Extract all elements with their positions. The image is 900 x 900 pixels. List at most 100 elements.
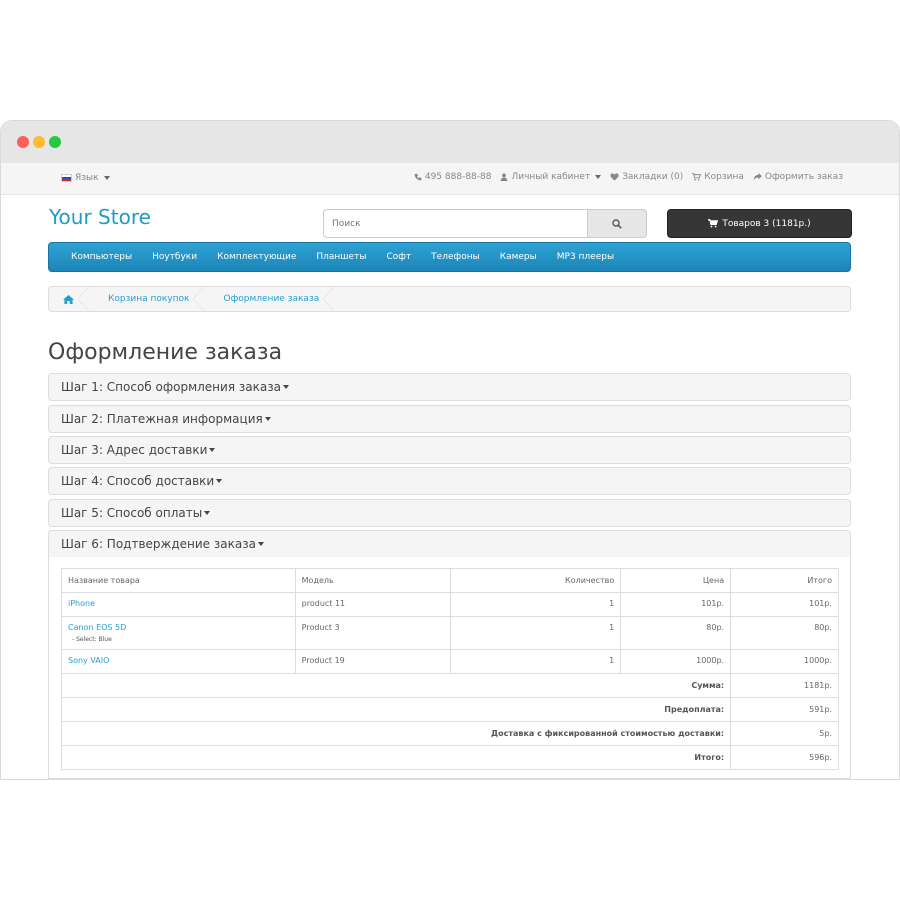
table-row: Sony VAIO Product 19 1 1000р. 1000р. [61, 649, 839, 674]
checkout-step-3[interactable]: Шаг 3: Адрес доставки [48, 436, 851, 464]
share-icon [753, 173, 762, 181]
step-title: Шаг 1: Способ оформления заказа [61, 380, 281, 394]
menu-item-computers[interactable]: Компьютеры [61, 252, 142, 262]
step-title: Шаг 5: Способ оплаты [61, 506, 203, 520]
product-option: - Select: Blue [72, 636, 112, 643]
chevron-down-icon [103, 176, 110, 180]
user-icon [501, 173, 508, 181]
caret-down-icon [209, 448, 216, 452]
totals-label: Предоплата: [60, 697, 732, 722]
totals-value: 1181р. [730, 673, 839, 698]
menu-item-tablets[interactable]: Планшеты [306, 252, 376, 262]
store-logo[interactable]: Your Store [49, 205, 151, 229]
breadcrumb: Корзина покупок Оформление заказа [48, 286, 851, 312]
checkout-step-4[interactable]: Шаг 4: Способ доставки [48, 467, 851, 495]
maximize-window-icon[interactable] [49, 136, 61, 148]
price-cell: 80р. [620, 616, 732, 650]
phone-link[interactable]: 495 888-88-88 [414, 172, 492, 182]
checkout-step-2[interactable]: Шаг 2: Платежная информация [48, 405, 851, 433]
column-header: Модель [294, 568, 452, 593]
product-cell: iPhone [61, 592, 296, 617]
prepayment-row: Предоплата: 591р. [60, 697, 839, 722]
page-title: Оформление заказа [48, 340, 283, 365]
totals-label: Сумма: [60, 673, 732, 698]
window-titlebar [1, 121, 899, 163]
breadcrumb-checkout[interactable]: Оформление заказа [203, 286, 336, 312]
search-bar [323, 209, 647, 238]
grand-total-row: Итого: 596р. [60, 745, 839, 770]
step-title: Шаг 3: Адрес доставки [61, 443, 208, 457]
step-title: Шаг 2: Платежная информация [61, 412, 263, 426]
total-cell: 80р. [730, 616, 839, 650]
column-header: Количество [450, 568, 622, 593]
order-confirmation: Название товара Модель Количество Цена И… [48, 557, 851, 779]
column-header: Цена [620, 568, 732, 593]
table-row: Canon EOS 5D - Select: Blue Product 3 1 8… [61, 616, 839, 650]
checkout-step-6[interactable]: Шаг 6: Подтверждение заказа [48, 530, 851, 558]
top-links: 495 888-88-88 Личный кабинет Закладки (0… [414, 172, 843, 182]
checkout-label: Оформить заказ [764, 172, 843, 182]
breadcrumb-cart[interactable]: Корзина покупок [88, 286, 206, 312]
product-cell: Sony VAIO [61, 649, 296, 674]
breadcrumb-home[interactable] [49, 286, 90, 312]
cart-button[interactable]: Товаров 3 (1181р.) [667, 209, 852, 238]
phone-icon [414, 173, 422, 181]
product-link[interactable]: Canon EOS 5D [68, 623, 126, 632]
totals-label: Итого: [60, 745, 732, 770]
language-label: Язык [75, 173, 99, 183]
column-header: Итого [730, 568, 839, 593]
cart-link[interactable]: Корзина [692, 172, 744, 182]
language-selector[interactable]: Язык [61, 173, 110, 183]
account-link[interactable]: Личный кабинет [500, 172, 602, 182]
shopping-cart-icon [692, 173, 702, 181]
order-table: Название товара Модель Количество Цена И… [60, 568, 839, 770]
shopping-cart-icon [708, 219, 719, 228]
checkout-step-5[interactable]: Шаг 5: Способ оплаты [48, 499, 851, 527]
caret-down-icon [204, 511, 211, 515]
menu-item-laptops[interactable]: Ноутбуки [142, 252, 207, 262]
checkout-step-1[interactable]: Шаг 1: Способ оформления заказа [48, 373, 851, 401]
menu-item-phones[interactable]: Телефоны [421, 252, 490, 262]
chevron-down-icon [595, 175, 602, 179]
product-cell: Canon EOS 5D - Select: Blue [61, 616, 296, 650]
minimize-window-icon[interactable] [33, 136, 45, 148]
price-cell: 1000р. [620, 649, 732, 674]
menu-item-software[interactable]: Софт [376, 252, 421, 262]
total-cell: 1000р. [730, 649, 839, 674]
account-label: Личный кабинет [511, 172, 591, 182]
menu-item-components[interactable]: Комплектующие [207, 252, 306, 262]
totals-value: 5р. [730, 721, 839, 746]
phone-number: 495 888-88-88 [424, 172, 492, 182]
model-cell: product 11 [294, 592, 452, 617]
store-header: Your Store Товаров 3 (1181р.) [1, 195, 899, 243]
total-cell: 101р. [730, 592, 839, 617]
quantity-cell: 1 [450, 649, 622, 674]
checkout-link[interactable]: Оформить заказ [753, 172, 843, 182]
caret-down-icon [282, 385, 289, 389]
table-row: iPhone product 11 1 101р. 101р. [61, 592, 839, 617]
model-cell: Product 19 [294, 649, 452, 674]
heart-icon [610, 173, 619, 181]
search-icon [612, 218, 622, 229]
russian-flag-icon [61, 174, 72, 182]
close-window-icon[interactable] [17, 136, 29, 148]
column-header: Название товара [61, 568, 296, 593]
quantity-cell: 1 [450, 592, 622, 617]
totals-value: 596р. [730, 745, 839, 770]
search-button[interactable] [587, 209, 647, 238]
category-menu: Компьютеры Ноутбуки Комплектующие Планше… [48, 242, 851, 272]
shipping-row: Доставка с фиксированной стоимостью дост… [60, 721, 839, 746]
menu-item-mp3-players[interactable]: MP3 плееры [547, 252, 624, 262]
table-header: Название товара Модель Количество Цена И… [61, 568, 839, 593]
caret-down-icon [264, 417, 271, 421]
cart-button-label: Товаров 3 (1181р.) [722, 218, 811, 229]
wishlist-link[interactable]: Закладки (0) [610, 172, 683, 182]
search-input[interactable] [323, 209, 587, 238]
menu-item-cameras[interactable]: Камеры [490, 252, 547, 262]
home-icon [63, 294, 74, 304]
product-link[interactable]: iPhone [68, 599, 95, 608]
quantity-cell: 1 [450, 616, 622, 650]
step-title: Шаг 6: Подтверждение заказа [61, 537, 256, 551]
product-link[interactable]: Sony VAIO [68, 656, 109, 665]
price-cell: 101р. [620, 592, 732, 617]
